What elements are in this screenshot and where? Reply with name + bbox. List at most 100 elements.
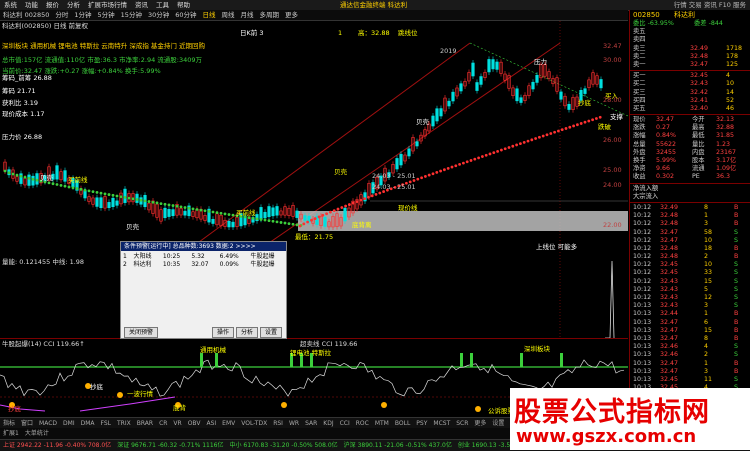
chart-annotation: 日K前 3 bbox=[240, 29, 264, 37]
alert-row[interactable]: 2 科达利 10:35 32.07 0.09% 牛股起爆 bbox=[121, 261, 286, 269]
alert-popup-title[interactable]: 条件预警[运行中] 总品种数:3693 数据:2 >>>> bbox=[121, 242, 286, 251]
toolbar-monthly[interactable]: 月线 bbox=[238, 10, 257, 20]
ma-dot bbox=[215, 211, 219, 215]
tick-price: 32.47 bbox=[660, 326, 679, 334]
alert-cell: 5.32 bbox=[191, 253, 205, 260]
index-quote[interactable]: 中小 6170.83 -31.20 -0.50% 508.0亿 bbox=[226, 440, 340, 451]
tick-volume: 10 bbox=[704, 261, 713, 269]
toolbar-1min[interactable]: 1分钟 bbox=[71, 10, 94, 20]
toolbar-60min[interactable]: 60分钟 bbox=[172, 10, 199, 20]
extended-tab[interactable]: 扩展1 bbox=[0, 428, 22, 439]
ma-dot bbox=[199, 208, 203, 212]
toolbar-multi-period[interactable]: 多周期 bbox=[257, 10, 283, 20]
ma-dot bbox=[446, 166, 450, 170]
close-alert-button[interactable]: 关闭预警 bbox=[124, 327, 158, 338]
chart-annotation: 2019 bbox=[440, 47, 457, 55]
ask-row: 卖五 bbox=[630, 28, 750, 36]
ma-dot bbox=[458, 163, 461, 166]
index-quote[interactable]: 深证 9676.71 -60.32 -0.71% 1116亿 bbox=[114, 440, 226, 451]
indicator-annotation: 通用机械 bbox=[200, 346, 226, 354]
flow-label: 大宗流入 bbox=[633, 192, 659, 200]
settings-button[interactable]: 设置 bbox=[260, 327, 282, 338]
toolbar-15min[interactable]: 15分钟 bbox=[118, 10, 145, 20]
tick-price: 32.44 bbox=[660, 310, 679, 318]
index-quote[interactable]: 上证 2942.22 -11.96 -0.40% 708.0亿 bbox=[0, 440, 114, 451]
ma-dot bbox=[75, 187, 79, 190]
ma-dot bbox=[15, 173, 19, 177]
ma-dot bbox=[127, 196, 131, 200]
candle-body bbox=[231, 221, 235, 228]
candle-body bbox=[167, 209, 171, 217]
toolbar-stock[interactable]: 科达利 002850 bbox=[0, 10, 52, 20]
tick-side: S bbox=[734, 351, 738, 359]
bid-price: 32.45 bbox=[690, 72, 709, 80]
tick-volume: 8 bbox=[704, 334, 709, 342]
toolbar-5min[interactable]: 5分钟 bbox=[95, 10, 118, 20]
extended-tab[interactable]: 大单统计 bbox=[22, 428, 52, 439]
alert-cell: 牛股起爆 bbox=[250, 253, 275, 260]
ma-dot bbox=[568, 125, 572, 129]
candle-body bbox=[55, 165, 59, 180]
toolbar-30min[interactable]: 30分钟 bbox=[145, 10, 172, 20]
ma-dot bbox=[171, 204, 175, 207]
ma-dot bbox=[553, 130, 556, 134]
price-axis-tick: 25.00 bbox=[603, 166, 622, 174]
operate-button[interactable]: 操作 bbox=[212, 327, 234, 338]
toolbar-intraday[interactable]: 分时 bbox=[52, 10, 71, 20]
alert-row[interactable]: 1 大阳线 10:25 5.32 6.49% 牛股起爆 bbox=[121, 253, 286, 261]
tick-side: S bbox=[734, 277, 738, 285]
menu-item-help[interactable]: 帮助 bbox=[173, 0, 194, 10]
ma-dot bbox=[511, 144, 515, 148]
tick-side: S bbox=[734, 343, 738, 351]
candle-body bbox=[475, 82, 479, 91]
ma-dot bbox=[538, 135, 541, 139]
ma-dot bbox=[83, 188, 87, 192]
menu-item-function[interactable]: 功能 bbox=[21, 0, 42, 10]
stat-value: 0.27 bbox=[656, 124, 671, 132]
ma-dot bbox=[111, 193, 115, 197]
alert-popup-footer: 关闭预警 操作 分析 设置 bbox=[124, 327, 283, 338]
candle-body bbox=[323, 216, 327, 227]
ma-dot bbox=[477, 156, 480, 160]
menu-item-analysis[interactable]: 分析 bbox=[63, 0, 84, 10]
ma-dot bbox=[572, 124, 575, 128]
price-axis-tick: 32.47 bbox=[603, 42, 622, 50]
tick-price: 32.45 bbox=[660, 375, 679, 383]
index-quote[interactable]: 沪深 3890.11 -21.06 -0.51% 437.0亿 bbox=[341, 440, 455, 451]
flow-label: 净流入额 bbox=[633, 184, 659, 192]
bid-row: 买三 32.42 14 bbox=[630, 89, 750, 97]
candle-body bbox=[99, 197, 103, 209]
tick-volume: 1 bbox=[704, 310, 709, 318]
watermark-title: 股票公式指标网 bbox=[514, 397, 710, 428]
menu-item-system[interactable]: 系统 bbox=[0, 0, 21, 10]
bid-row: 买一 32.45 4 bbox=[630, 72, 750, 80]
chart-annotation: 买前线 bbox=[236, 209, 256, 217]
candle-body bbox=[451, 91, 455, 102]
ma-dot bbox=[355, 200, 359, 204]
candle-body bbox=[431, 115, 435, 127]
ma-dot bbox=[481, 155, 484, 158]
price-axis-tick: 28.00 bbox=[603, 96, 622, 104]
ma-dot bbox=[484, 153, 488, 157]
tick-price: 32.48 bbox=[660, 244, 679, 252]
toolbar-daily[interactable]: 日线 bbox=[200, 10, 219, 20]
chart-annotation: 抄底 bbox=[578, 99, 591, 107]
watermark-url: www.gszx.com.cn bbox=[516, 426, 697, 447]
ma-dot bbox=[115, 194, 119, 198]
toolbar-more[interactable]: 更多 bbox=[282, 10, 301, 20]
menu-right-links[interactable]: 行情 交易 资讯 F10 服务 bbox=[674, 0, 746, 10]
ma-dot bbox=[522, 140, 526, 144]
alert-cell: 大阳线 bbox=[133, 253, 152, 260]
alert-popup[interactable]: 条件预警[运行中] 总品种数:3693 数据:2 >>>> 1 大阳线 10:25 5… bbox=[120, 241, 287, 339]
indicator-legend: 牛股起爆(14) CCI 119.66↑ bbox=[2, 340, 85, 348]
menu-item-quote[interactable]: 报价 bbox=[42, 0, 63, 10]
menu-item-news[interactable]: 资讯 bbox=[131, 0, 152, 10]
menu-item-extended-market[interactable]: 扩展市场行情 bbox=[84, 0, 131, 10]
chart-annotation: 支撑 bbox=[610, 113, 623, 121]
menu-item-tools[interactable]: 工具 bbox=[152, 0, 173, 10]
analyze-button[interactable]: 分析 bbox=[236, 327, 258, 338]
bottom-signal-marker bbox=[381, 402, 387, 408]
stat-row: 收益 0.302 PE 36.3 bbox=[630, 173, 750, 181]
toolbar-weekly[interactable]: 周线 bbox=[219, 10, 238, 20]
ma-dot bbox=[191, 207, 195, 211]
